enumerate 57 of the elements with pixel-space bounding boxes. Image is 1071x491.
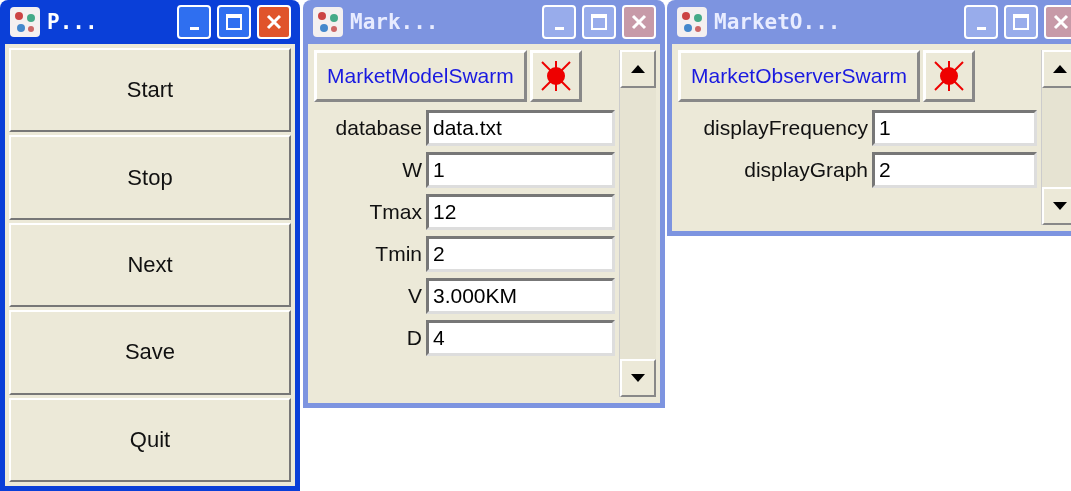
value-field[interactable]: 1: [872, 110, 1037, 146]
bug-icon: [931, 59, 966, 93]
app-icon: [676, 6, 708, 38]
bug-icon: [538, 59, 573, 93]
scroll-down-button[interactable]: [1042, 187, 1071, 225]
control-button[interactable]: Stop: [9, 135, 291, 220]
maximize-button[interactable]: [217, 5, 251, 39]
window-title: MarketO...: [714, 10, 842, 34]
scroll-up-button[interactable]: [1042, 50, 1071, 88]
control-button[interactable]: Next: [9, 222, 291, 308]
minimize-button[interactable]: [177, 5, 211, 39]
value-field[interactable]: 3.000KM: [426, 278, 615, 314]
field-label: Tmin: [374, 242, 422, 266]
close-button[interactable]: [257, 5, 291, 39]
app-icon: [9, 6, 41, 38]
scroll-up-button[interactable]: [620, 50, 656, 88]
control-button[interactable]: Start: [9, 48, 291, 133]
value-field[interactable]: 2: [426, 236, 615, 272]
field-label: Tmax: [368, 200, 422, 224]
minimize-icon: [189, 26, 199, 30]
value-field[interactable]: 12: [426, 194, 615, 230]
value-field[interactable]: 4: [426, 320, 615, 356]
close-button[interactable]: [622, 5, 656, 39]
up-arrow-icon: [631, 65, 645, 73]
down-arrow-icon: [631, 374, 645, 382]
close-button[interactable]: [1044, 5, 1071, 39]
field-label: W: [401, 158, 422, 182]
minimize-icon: [554, 26, 564, 30]
swarm-button[interactable]: MarketObserverSwarm: [678, 50, 920, 102]
field-label: displayGraph: [743, 158, 868, 182]
value-field[interactable]: data.txt: [426, 110, 615, 146]
field-label: displayFrequency: [702, 116, 868, 140]
close-icon: [265, 13, 283, 31]
minimize-icon: [976, 26, 986, 30]
maximize-icon: [1012, 13, 1030, 31]
control-button[interactable]: Save: [9, 310, 291, 395]
field-label: database: [334, 116, 422, 140]
up-arrow-icon: [1053, 65, 1067, 73]
probe-button[interactable]: [529, 50, 582, 102]
field-label: V: [407, 284, 422, 308]
window-title: Mark...: [350, 10, 440, 34]
close-icon: [630, 13, 648, 31]
swarm-button[interactable]: MarketModelSwarm: [314, 50, 527, 102]
value-field[interactable]: 2: [872, 152, 1037, 188]
app-icon: [312, 6, 344, 38]
close-icon: [1052, 13, 1070, 31]
down-arrow-icon: [1053, 202, 1067, 210]
value-field[interactable]: 1: [426, 152, 615, 188]
scrollbar[interactable]: [1041, 50, 1071, 225]
maximize-icon: [225, 13, 243, 31]
probe-button[interactable]: [922, 50, 975, 102]
maximize-icon: [590, 13, 608, 31]
scrollbar[interactable]: [619, 50, 656, 397]
control-button[interactable]: Quit: [9, 397, 291, 483]
field-label: D: [405, 326, 422, 350]
scroll-down-button[interactable]: [620, 359, 656, 397]
window-title: P...: [47, 10, 99, 34]
